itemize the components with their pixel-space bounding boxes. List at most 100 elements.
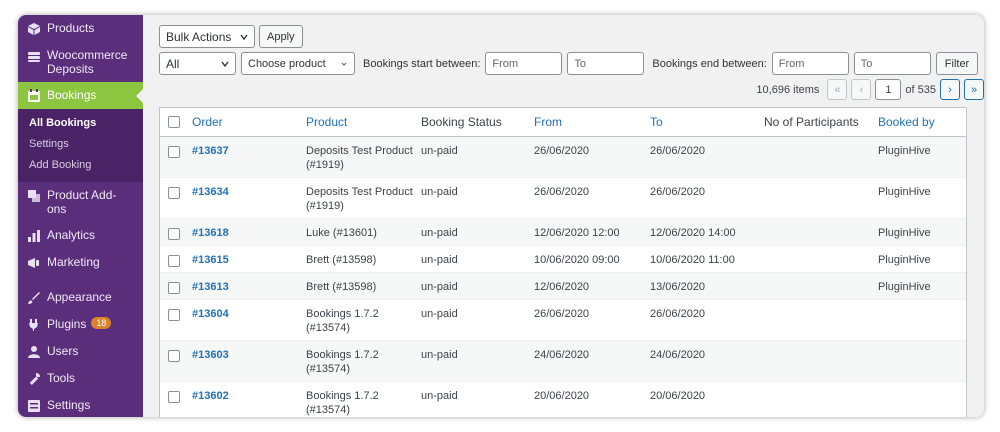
bulk-actions-select[interactable]: Bulk Actions [159, 25, 255, 48]
status-cell: un-paid [421, 254, 458, 266]
sidebar-item-settings[interactable]: Settings [18, 392, 143, 417]
table-row: #13603 Bookings 1.7.2 (#13574) un-paid 24/0… [160, 341, 966, 382]
submenu-item-settings[interactable]: Settings [18, 134, 143, 155]
last-page-button[interactable]: » [964, 79, 984, 100]
to-date-cell: 26/06/2020 [650, 145, 706, 157]
row-checkbox[interactable] [168, 350, 180, 362]
start-between-label: Bookings start between: [363, 57, 481, 70]
table-row: #13602 Bookings 1.7.2 (#13574) un-paid 20/0… [160, 382, 966, 417]
brush-icon [27, 291, 41, 305]
from-date-cell: 20/06/2020 [534, 390, 590, 402]
start-to-input[interactable]: To [567, 52, 645, 75]
row-checkbox[interactable] [168, 187, 180, 199]
admin-sidebar: Products Woocommerce Deposits Bookings Al… [18, 15, 143, 417]
order-link[interactable]: #13618 [192, 226, 306, 240]
current-page-input[interactable]: 1 [875, 79, 902, 100]
wrench-icon [27, 372, 41, 386]
from-date-cell: 12/06/2020 [534, 281, 590, 293]
row-checkbox[interactable] [168, 255, 180, 267]
start-from-input[interactable]: From [485, 52, 563, 75]
end-from-input[interactable]: From [771, 52, 849, 75]
first-page-button[interactable]: « [827, 79, 848, 100]
to-date-cell: 26/06/2020 [650, 186, 706, 198]
from-column-header[interactable]: From [534, 115, 650, 129]
status-cell: un-paid [421, 390, 458, 402]
status-filter-select[interactable]: All [159, 52, 236, 75]
settings-icon [27, 399, 41, 413]
product-filter-label: Choose product [248, 57, 326, 70]
select-all-checkbox[interactable] [168, 116, 180, 128]
sidebar-item-users[interactable]: Users [18, 338, 143, 365]
sidebar-item-woocommerce-deposits[interactable]: Woocommerce Deposits [18, 42, 143, 82]
sidebar-item-plugins[interactable]: Plugins 18 [18, 311, 143, 338]
booked-by-cell: PluginHive [878, 254, 931, 266]
order-link[interactable]: #13603 [192, 348, 306, 362]
product-column-header[interactable]: Product [306, 115, 421, 129]
status-cell: un-paid [421, 281, 458, 293]
sidebar-item-label: Analytics [47, 228, 96, 242]
bulk-actions-bar: Bulk Actions Apply [159, 25, 303, 48]
status-cell: un-paid [421, 186, 458, 198]
prev-page-button[interactable]: ‹ [851, 79, 872, 100]
bookings-submenu: All Bookings Settings Add Booking [18, 109, 143, 182]
row-checkbox[interactable] [168, 391, 180, 403]
end-to-input[interactable]: To [853, 52, 931, 75]
status-column-header: Booking Status [421, 115, 502, 129]
addons-icon [27, 189, 41, 203]
sidebar-item-marketing[interactable]: Marketing [18, 249, 143, 276]
sidebar-item-label: Product Add-ons [47, 188, 117, 216]
table-row: #13604 Bookings 1.7.2 (#13574) un-paid 26/0… [160, 300, 966, 341]
booked-by-cell: PluginHive [878, 186, 931, 198]
booked-by-cell: PluginHive [878, 145, 931, 157]
filter-bar: All Choose product Bookings start betwee… [159, 52, 979, 75]
order-link[interactable]: #13634 [192, 185, 306, 199]
from-date-cell: 12/06/2020 12:00 [534, 227, 620, 239]
sidebar-item-appearance[interactable]: Appearance [18, 284, 143, 311]
pagination: 10,696 items « ‹ 1 of 535 › » [756, 79, 984, 100]
status-cell: un-paid [421, 349, 458, 361]
order-link[interactable]: #13602 [192, 389, 306, 403]
table-row: #13615 Brett (#13598) un-paid 10/06/2020 09… [160, 246, 966, 273]
sidebar-item-products[interactable]: Products [18, 15, 143, 42]
row-checkbox[interactable] [168, 282, 180, 294]
product-cell: Bookings 1.7.2 (#13574) [306, 349, 379, 375]
submenu-item-all-bookings[interactable]: All Bookings [18, 113, 143, 134]
app-frame: Products Woocommerce Deposits Bookings Al… [18, 15, 984, 417]
booked-by-cell: PluginHive [878, 281, 931, 293]
filter-button[interactable]: Filter [935, 52, 979, 75]
to-column-header[interactable]: To [650, 115, 764, 129]
product-cell: Deposits Test Product (#1919) [306, 186, 413, 212]
row-checkbox[interactable] [168, 146, 180, 158]
sidebar-item-analytics[interactable]: Analytics [18, 222, 143, 249]
table-row: #13618 Luke (#13601) un-paid 12/06/2020 12:… [160, 219, 966, 246]
row-checkbox[interactable] [168, 228, 180, 240]
apply-button[interactable]: Apply [259, 25, 303, 48]
sidebar-item-bookings[interactable]: Bookings [18, 82, 143, 109]
order-link[interactable]: #13613 [192, 280, 306, 294]
order-link[interactable]: #13637 [192, 144, 306, 158]
to-date-cell: 13/06/2020 [650, 281, 706, 293]
sidebar-item-product-add-ons[interactable]: Product Add-ons [18, 182, 143, 222]
booked-by-column-header[interactable]: Booked by [878, 115, 958, 129]
to-date-cell: 24/06/2020 [650, 349, 706, 361]
order-link[interactable]: #13615 [192, 253, 306, 267]
from-date-cell: 26/06/2020 [534, 186, 590, 198]
sidebar-item-label: Bookings [47, 88, 97, 102]
calendar-icon [27, 89, 41, 103]
to-date-cell: 20/06/2020 [650, 390, 706, 402]
sidebar-item-label: Tools [47, 371, 76, 385]
product-cell: Luke (#13601) [306, 227, 377, 239]
next-page-button[interactable]: › [940, 79, 960, 100]
product-filter-select[interactable]: Choose product [241, 52, 355, 75]
submenu-item-add-booking[interactable]: Add Booking [18, 155, 143, 176]
row-checkbox[interactable] [168, 309, 180, 321]
bulk-actions-label: Bulk Actions [166, 29, 232, 44]
sidebar-item-label: Settings [47, 398, 91, 412]
plug-icon [27, 318, 41, 332]
order-link[interactable]: #13604 [192, 307, 306, 321]
sidebar-item-tools[interactable]: Tools [18, 365, 143, 392]
order-column-header[interactable]: Order [192, 115, 306, 129]
booked-by-cell: PluginHive [878, 227, 931, 239]
chevron-down-icon [240, 34, 248, 40]
analytics-icon [27, 229, 41, 243]
